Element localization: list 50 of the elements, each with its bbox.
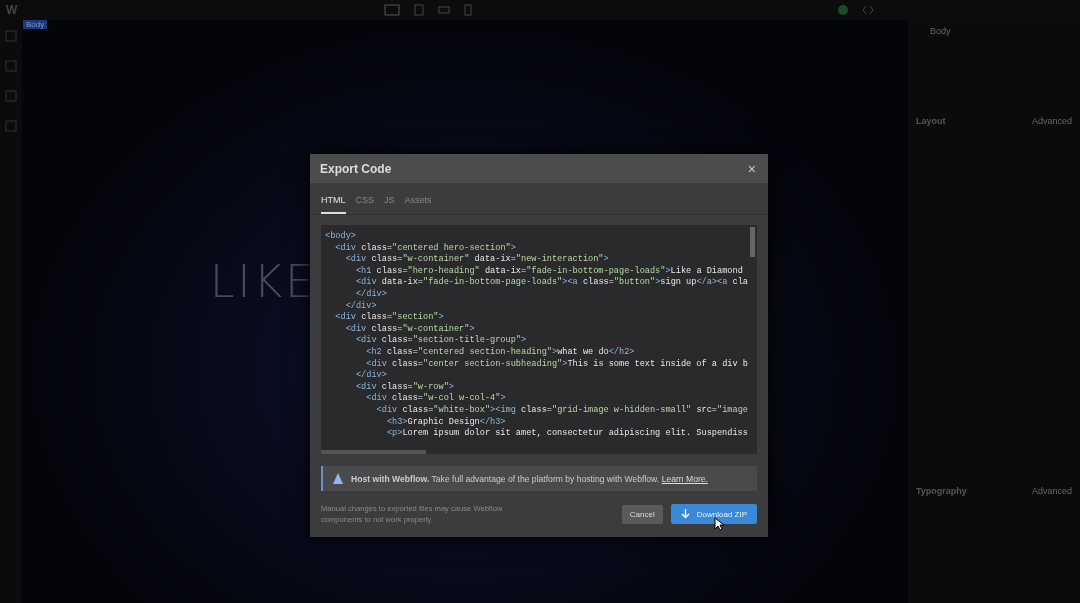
tab[interactable]: JS — [384, 193, 395, 214]
download-button[interactable]: Download ZIP — [670, 504, 757, 524]
element-label: Body — [930, 26, 952, 36]
code-line: <div class="w-row"> — [354, 381, 455, 393]
code-line: <div class="w-container" data-ix="new-interaction"> — [344, 254, 610, 266]
tab[interactable]: Assets — [404, 193, 432, 214]
toolbar-icon[interactable] — [5, 90, 17, 102]
status-icon[interactable] — [838, 5, 848, 15]
section-heading[interactable]: Layout — [916, 116, 946, 126]
tab[interactable]: CSS — [355, 193, 374, 214]
scrollbar[interactable] — [750, 227, 755, 257]
mouse-cursor-icon — [714, 517, 724, 531]
desktop-icon[interactable] — [383, 4, 400, 16]
section-heading[interactable]: Typography — [916, 486, 967, 496]
hero-heading: LIKE — [210, 256, 317, 307]
code-line: </div> — [344, 300, 378, 312]
learn-more-link[interactable]: Learn More. — [661, 473, 708, 484]
download-icon — [680, 509, 690, 519]
code-line: </div> — [354, 370, 388, 382]
phone-icon[interactable] — [463, 4, 472, 16]
toolbar-icon[interactable] — [5, 120, 17, 132]
phone-landscape-icon[interactable] — [437, 6, 450, 14]
code-icon[interactable] — [862, 5, 874, 15]
code-line: <p>Lorem ipsum dolor sit amet, consectetur adipiscing elit. Suspendiss — [385, 428, 749, 440]
advanced-toggle[interactable]: Advanced — [1031, 116, 1072, 126]
code-line: </div> — [354, 288, 388, 301]
tablet-icon[interactable] — [413, 4, 424, 16]
code-line: <div class="center section-subheading">This is some text inside of a div b — [365, 358, 749, 370]
logo: W — [6, 3, 18, 17]
advanced-toggle[interactable]: Advanced — [1031, 486, 1072, 496]
cancel-button[interactable]: Cancel — [621, 504, 663, 524]
toolbar-icon[interactable] — [5, 30, 17, 42]
code-line: <div class="centered hero-section"> — [334, 242, 517, 254]
close-button[interactable]: × — [745, 160, 758, 177]
banner-text: Host with Webflow. Take full advantage of the platform by hosting with Webflow. Learn More. — [351, 473, 708, 484]
code-line: <div data-ix="fade-in-bottom-page-loads"><a class="button">sign up</a><a cla — [354, 277, 750, 289]
code-line: <h3>Graphic Design</h3> — [385, 416, 507, 428]
code-line: <div class="w-container"> — [344, 323, 476, 335]
element-tag: Body — [23, 20, 48, 29]
code-line: <body> — [325, 231, 357, 243]
toolbar-icon[interactable] — [5, 60, 17, 72]
code-line: <h2 class="centered section-heading">what we do</h2> — [365, 346, 636, 359]
webflow-icon — [333, 473, 343, 484]
code-line: <div class="section"> — [334, 312, 445, 324]
dialog-title: Export Code — [320, 161, 392, 176]
code-line: <div class="section-title-group"> — [354, 335, 528, 347]
code-line: <h1 class="hero-heading" data-ix="fade-in-bottom-page-loads">Like a Diamond — [354, 265, 744, 277]
code-line: <div class="w-col w-col-4"> — [365, 393, 507, 405]
code-line: <div class="white-box"><img class="grid-image w-hidden-small" src="image — [375, 404, 749, 417]
tab[interactable]: HTML — [321, 193, 346, 214]
